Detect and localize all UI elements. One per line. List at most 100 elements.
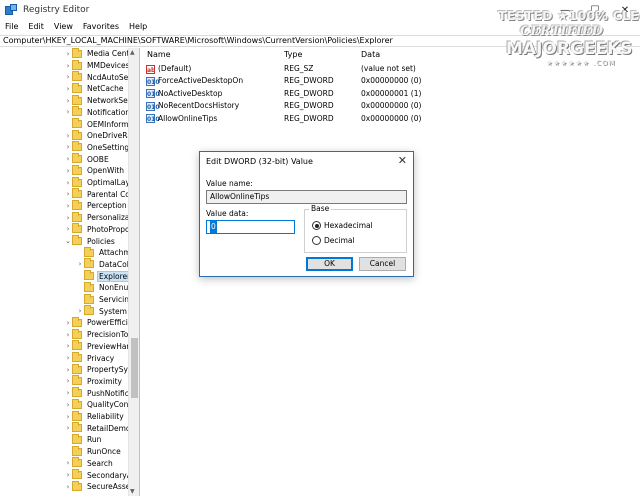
menu-view[interactable]: View [49, 20, 78, 34]
tree-node[interactable]: Run [64, 433, 102, 446]
tree-node[interactable]: Attachm [76, 246, 132, 259]
decimal-radio[interactable]: Decimal [312, 236, 355, 245]
folder-icon [72, 398, 82, 409]
expand-chevron-right-icon[interactable]: › [64, 179, 72, 187]
tree-node-label: Reliability [87, 412, 124, 422]
tree-node[interactable]: › Personaliza [64, 211, 131, 224]
menu-file[interactable]: File [0, 20, 23, 34]
tree-node[interactable]: › Perception [64, 199, 128, 212]
tree-node[interactable]: › OneSetting [64, 141, 130, 154]
tree-node[interactable]: › PreviewHar [64, 340, 131, 353]
tree-node[interactable]: › Media Cent [64, 48, 130, 60]
tree-node[interactable]: › OptimalLay [64, 176, 131, 189]
value-row[interactable]: 010 AllowOnlineTips REG_DWORD 0x00000000 (0… [141, 113, 640, 125]
menu-edit[interactable]: Edit [23, 20, 49, 34]
tree-node-label: OneSetting [87, 142, 130, 152]
tree-node[interactable]: › SecondaryA [64, 469, 133, 481]
tree-scrollbar-thumb[interactable] [131, 338, 138, 398]
tree-node-label: NetworkSe [87, 96, 128, 106]
tree-node[interactable]: › Parental Co [64, 188, 131, 200]
value-row[interactable]: 010 NoRecentDocsHistory REG_DWORD 0x0000000… [141, 100, 640, 112]
expand-chevron-right-icon[interactable]: › [64, 167, 72, 175]
expand-chevron-right-icon[interactable]: › [76, 260, 84, 268]
tree-node[interactable]: › Privacy [64, 352, 115, 364]
tree-node[interactable]: ⌄ Policies [64, 235, 116, 247]
tree-node[interactable]: › DataCol [76, 258, 130, 271]
expand-chevron-right-icon[interactable]: › [64, 424, 72, 432]
value-data-input[interactable]: 0 [206, 220, 295, 234]
column-header-type[interactable]: Type [284, 48, 302, 62]
tree-node[interactable]: › Notification [64, 106, 131, 119]
tree-node-label: Proximity [87, 376, 122, 386]
expand-chevron-right-icon[interactable]: › [64, 143, 72, 151]
expand-chevron-right-icon[interactable]: › [76, 307, 84, 315]
scroll-down-arrow-icon[interactable]: ▼ [130, 488, 135, 495]
expand-chevron-right-icon[interactable]: › [64, 85, 72, 93]
tree-node[interactable]: › RetailDemo [64, 422, 131, 434]
expand-chevron-right-icon[interactable]: › [64, 342, 72, 350]
expand-chevron-right-icon[interactable]: › [64, 214, 72, 222]
scroll-up-arrow-icon[interactable]: ▲ [130, 49, 135, 56]
tree-scrollbar[interactable]: ▲ ▼ [128, 48, 139, 496]
tree-node[interactable]: › PushNotific [64, 387, 130, 399]
tree-node[interactable]: › Proximity [64, 375, 123, 388]
expand-chevron-right-icon[interactable]: › [64, 471, 72, 479]
column-header-name[interactable]: Name [147, 48, 171, 62]
tree-node[interactable]: › OneDriveRa [64, 129, 133, 142]
menu-favorites[interactable]: Favorites [78, 20, 124, 34]
expand-chevron-right-icon[interactable]: › [64, 319, 72, 327]
tree-node[interactable]: › PropertySys [64, 363, 133, 376]
expand-chevron-right-icon[interactable]: › [64, 377, 72, 385]
cancel-button[interactable]: Cancel [359, 257, 406, 271]
expand-chevron-right-icon[interactable]: › [64, 132, 72, 140]
tree-node[interactable]: › OOBE [64, 153, 110, 165]
value-type: REG_DWORD [284, 88, 334, 98]
expand-chevron-right-icon[interactable]: › [64, 225, 72, 233]
column-header-data[interactable]: Data [361, 48, 380, 62]
expand-chevron-right-icon[interactable]: › [64, 50, 72, 58]
tree-node[interactable]: OEMInform [64, 118, 130, 130]
expand-chevron-right-icon[interactable]: › [64, 366, 72, 374]
dialog-close-icon[interactable]: ✕ [398, 154, 407, 167]
tree-node[interactable]: › MMDevices [64, 59, 131, 72]
tree-node[interactable]: › OpenWith [64, 164, 125, 177]
expand-chevron-down-icon[interactable]: ⌄ [64, 237, 72, 245]
tree-node[interactable]: Servicin [76, 293, 130, 306]
tree-node[interactable]: › NetCache [64, 82, 125, 95]
menu-help[interactable]: Help [124, 20, 152, 34]
tree-node[interactable]: NonEnu [76, 281, 129, 294]
expand-chevron-right-icon[interactable]: › [64, 62, 72, 70]
key-tree[interactable]: › Media Cent › MMDevices › NcdAutoSe › NetCache… [0, 48, 140, 496]
expand-chevron-right-icon[interactable]: › [64, 401, 72, 409]
tree-node[interactable]: RunOnce [64, 445, 122, 458]
expand-chevron-right-icon[interactable]: › [64, 190, 72, 198]
tree-node[interactable]: › PowerEffici [64, 316, 129, 329]
tree-node[interactable]: Explorer [76, 270, 133, 282]
expand-chevron-right-icon[interactable]: › [64, 354, 72, 362]
hexadecimal-radio[interactable]: Hexadecimal [312, 221, 373, 230]
expand-chevron-right-icon[interactable]: › [64, 202, 72, 210]
tree-node-label: PhotoPropo [87, 224, 130, 234]
folder-icon [84, 258, 94, 269]
ok-button[interactable]: OK [306, 257, 353, 271]
expand-chevron-right-icon[interactable]: › [64, 413, 72, 421]
expand-chevron-right-icon[interactable]: › [64, 97, 72, 105]
tree-node[interactable]: › System [76, 305, 128, 317]
tree-node[interactable]: › NcdAutoSe [64, 71, 129, 83]
tree-node[interactable]: › PhotoPropo [64, 223, 131, 236]
expand-chevron-right-icon[interactable]: › [64, 108, 72, 116]
tree-node[interactable]: › Search [64, 457, 114, 470]
tree-node[interactable]: › SecureAsse [64, 480, 131, 493]
tree-node[interactable]: › PrecisionTo [64, 328, 129, 341]
expand-chevron-right-icon[interactable]: › [64, 459, 72, 467]
expand-chevron-right-icon[interactable]: › [64, 331, 72, 339]
expand-chevron-right-icon[interactable]: › [64, 73, 72, 81]
tree-node[interactable]: › NetworkSe [64, 94, 129, 107]
tree-node[interactable]: › QualityCon [64, 398, 129, 411]
tree-node[interactable]: › Reliability [64, 410, 125, 423]
expand-chevron-right-icon[interactable]: › [64, 389, 72, 397]
expand-chevron-right-icon[interactable]: › [64, 155, 72, 163]
value-type: REG_DWORD [284, 113, 334, 123]
expand-chevron-right-icon[interactable]: › [64, 483, 72, 491]
folder-icon [72, 164, 82, 175]
